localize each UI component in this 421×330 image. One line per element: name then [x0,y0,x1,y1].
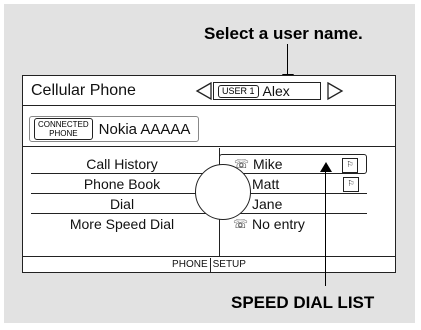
speed-dial-item-no-entry[interactable]: ☏ No entry [219,214,367,234]
speed-dial-label: Jane [252,195,283,212]
user-name: Alex [262,83,290,99]
menu-item-dial[interactable]: Dial [31,194,213,214]
speed-dial-label: Matt [252,175,280,192]
phone-name: Nokia AAAAA [98,120,191,138]
page-title: Cellular Phone [31,82,136,99]
next-user-arrow-icon[interactable] [326,81,344,101]
voice-tag-icon: ⚐ [342,158,358,173]
menu-area: Call History Phone Book Dial More Speed … [23,148,395,256]
connected-phone-row: CONNECTED PHONE Nokia AAAAA [29,116,200,142]
previous-user-arrow-icon[interactable] [195,81,213,101]
user-selector[interactable]: USER 1 Alex [213,82,321,100]
callout-arrow-up-icon [320,162,332,172]
callout-select-user: Select a user name. [204,24,363,43]
selector-knob-icon [195,164,251,220]
speed-dial-label: Mike [253,156,283,172]
menu-item-call-history[interactable]: Call History [31,154,213,174]
callout-speed-dial-list: SPEED DIAL LIST [231,293,375,312]
bottom-label-phone[interactable]: PHONE [172,259,208,270]
divider [23,146,395,147]
title-bar: Cellular Phone USER 1 Alex [23,76,395,106]
connected-phone-badge: CONNECTED PHONE [34,118,93,140]
menu-item-more-speed-dial[interactable]: More Speed Dial [31,214,213,234]
voice-tag-icon: ⚐ [343,177,359,192]
user-number-badge: USER 1 [218,84,259,98]
connected-badge-line1: CONNECTED [38,120,89,129]
bottom-separator [209,257,211,272]
phone-screen: Cellular Phone USER 1 Alex CONNECTED PHO… [22,75,396,273]
bottom-bar: PHONE SETUP [23,256,395,272]
bottom-label-setup[interactable]: SETUP [213,259,246,270]
menu-item-phone-book[interactable]: Phone Book [31,174,213,194]
speed-dial-label: No entry [252,216,305,232]
callout-leader-line [325,168,326,286]
connected-badge-line2: PHONE [49,129,78,138]
